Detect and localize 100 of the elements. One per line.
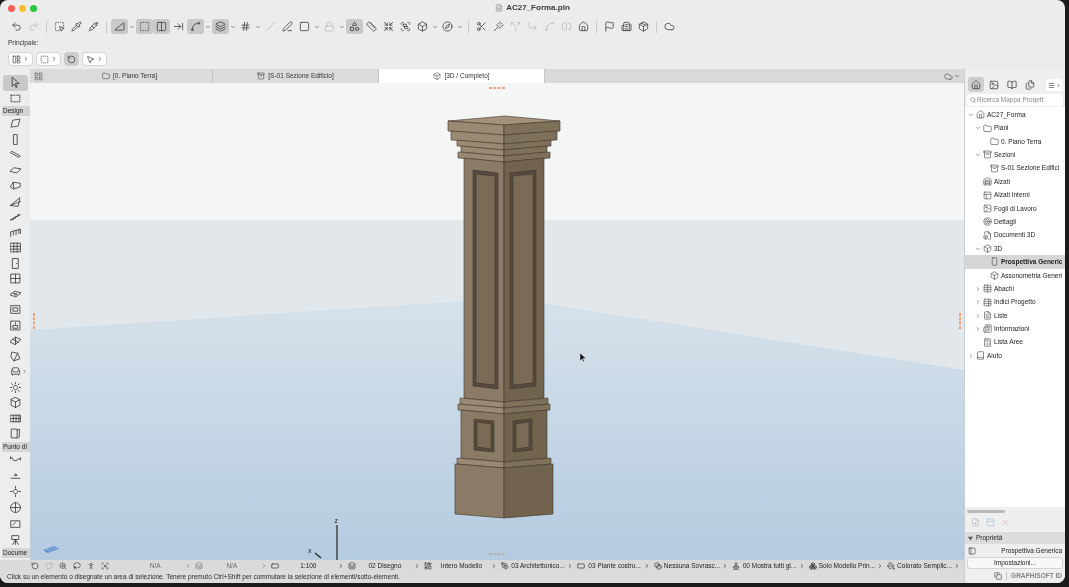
chevron-icon [954,562,961,569]
undo-icon[interactable] [11,21,22,32]
beam-icon[interactable] [10,149,21,161]
mesh-icon[interactable] [10,335,21,347]
splitter-handle-icon[interactable] [489,553,505,555]
tool-button[interactable] [3,75,28,91]
splitter-handle-icon[interactable] [489,87,505,89]
walking-figure-icon[interactable] [87,561,95,570]
house-icon [976,110,985,120]
grid-panel-icon[interactable] [10,412,21,424]
railing-icon[interactable] [10,226,21,238]
overlapping-squares-icon[interactable] [994,572,1003,580]
caret-icon[interactable] [129,23,135,30]
eyedropper-icon[interactable] [71,21,82,32]
info-box-button[interactable] [64,52,79,66]
flag-icon[interactable] [604,21,615,32]
stair-icon[interactable] [10,211,21,223]
folder-icon [102,72,110,80]
armchair-icon[interactable] [10,366,21,378]
roof-icon[interactable] [10,180,21,192]
curtain-wall-icon[interactable] [10,242,21,254]
cube-icon[interactable] [10,397,21,409]
label-icon[interactable] [10,518,21,529]
disclosure-triangle-icon[interactable] [968,535,973,541]
morph-icon[interactable] [10,350,21,362]
scissors-icon[interactable] [476,21,487,32]
zoom-in-icon[interactable] [59,561,67,570]
target-icon [983,217,992,227]
syringe-icon[interactable] [88,21,99,32]
panel-menu-button[interactable] [1046,79,1063,91]
pen-icon[interactable] [282,21,293,32]
pointer-in-square-icon[interactable] [54,21,65,32]
panels-icon [983,190,992,200]
info-box-button[interactable] [36,52,61,66]
level-marker-icon[interactable] [10,470,21,481]
rotate-left-icon[interactable] [31,561,39,570]
document-icon [495,4,504,12]
newspaper-icon [983,324,992,334]
globe-icon[interactable] [10,502,21,513]
caret-icon[interactable] [230,23,236,30]
crosshair-icon[interactable] [10,486,21,497]
skylight-icon[interactable] [10,288,21,300]
package-icon[interactable] [638,21,649,32]
folder-icon [983,123,992,133]
table-icon [983,284,992,294]
lasso-icon[interactable] [73,561,81,570]
cube-icon [983,244,992,254]
wall-icon[interactable] [10,118,21,130]
zone-icon[interactable] [10,319,21,331]
magic-wand-icon[interactable] [493,21,504,32]
house-icon[interactable] [578,21,589,32]
blend-icon [653,561,662,570]
splitter-handle-icon[interactable] [33,313,35,329]
files-icon[interactable] [1025,79,1035,90]
open-book-icon[interactable] [1007,79,1017,90]
chevron-icon [51,56,57,62]
caret-icon[interactable] [314,23,320,30]
caret-icon[interactable] [205,23,211,30]
grid-view-icon[interactable] [34,71,43,81]
marquee-icon[interactable] [10,92,21,104]
building-icon[interactable] [621,21,632,32]
door-icon[interactable] [10,257,21,269]
house-icon [971,79,981,90]
splitter-handle-icon[interactable] [959,313,961,329]
warehouse-icon [983,177,992,187]
compass-icon[interactable] [442,21,453,32]
info-box-button[interactable] [82,52,107,66]
column-icon[interactable] [10,133,21,145]
shell-icon[interactable] [10,195,21,207]
image-icon[interactable] [989,79,999,90]
zoom-fit-icon[interactable] [101,561,109,570]
folder-icon [990,136,999,146]
layers-icon [347,561,356,570]
opening-icon[interactable] [10,304,21,316]
navigator-mode-button[interactable] [968,77,984,92]
caret-icon[interactable] [339,23,345,30]
caret-icon[interactable] [432,23,438,30]
document-icon [983,311,992,321]
scrollbar[interactable] [967,509,1005,513]
caret-icon[interactable] [255,23,261,30]
rotate-icon [67,54,76,64]
shrink-arrows-icon[interactable] [383,21,394,32]
ruler-icon[interactable] [366,21,377,32]
slab-icon[interactable] [10,164,21,176]
arrow-to-line-icon[interactable] [173,21,184,32]
caret-icon[interactable] [457,23,463,30]
dashed-square-icon [40,54,49,64]
window-icon[interactable] [10,273,21,285]
archive-icon [990,163,999,173]
sun-icon[interactable] [10,381,21,393]
cube-icon[interactable] [417,21,428,32]
group-icon[interactable] [400,21,411,32]
window-close-button[interactable] [8,4,15,12]
grid-icon[interactable] [240,21,251,32]
panel-icon[interactable] [10,428,21,440]
info-box-button[interactable] [8,52,33,66]
square-icon[interactable] [299,21,310,32]
archive-icon [983,150,992,160]
camera-tripod-icon[interactable] [10,534,21,545]
cloud-icon[interactable] [664,21,675,32]
